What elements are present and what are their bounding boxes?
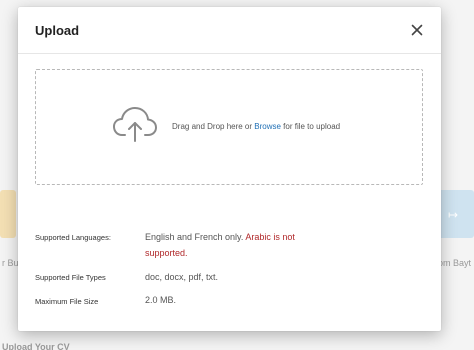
close-button[interactable] [407, 20, 427, 40]
dropzone-text-before: Drag and Drop here or [172, 122, 255, 131]
supported-languages-value: English and French only. Arabic is not s… [145, 229, 325, 261]
background-caption-bottom: Upload Your CV [2, 342, 70, 350]
background-caption-left: r Bu [2, 258, 19, 268]
supported-file-types-label: Supported File Types [35, 273, 106, 282]
maximum-file-size-label: Maximum File Size [35, 297, 99, 306]
supported-file-types-value: doc, docx, pdf, txt. [145, 272, 219, 282]
background-caption-right: om Bayt [438, 258, 472, 268]
background-card-icon: ↦ [448, 208, 459, 222]
background-card-right: ↦ [436, 190, 474, 238]
cloud-upload-icon [113, 107, 157, 142]
dropzone-instructions: Drag and Drop here or Browse for file to… [172, 122, 340, 131]
maximum-file-size-value: 2.0 MB. [145, 295, 177, 305]
dropzone-text-after: for file to upload [280, 122, 341, 131]
languages-text: English and French only. [145, 232, 244, 242]
upload-modal: Upload Drag and Drop here or Browse for … [18, 7, 441, 331]
browse-link[interactable]: Browse [254, 122, 281, 131]
modal-header: Upload [18, 7, 441, 54]
close-icon [411, 24, 423, 36]
file-dropzone[interactable]: Drag and Drop here or Browse for file to… [35, 69, 423, 185]
supported-languages-label: Supported Languages: [35, 233, 111, 242]
modal-title: Upload [35, 23, 80, 38]
background-card-left [0, 190, 16, 238]
